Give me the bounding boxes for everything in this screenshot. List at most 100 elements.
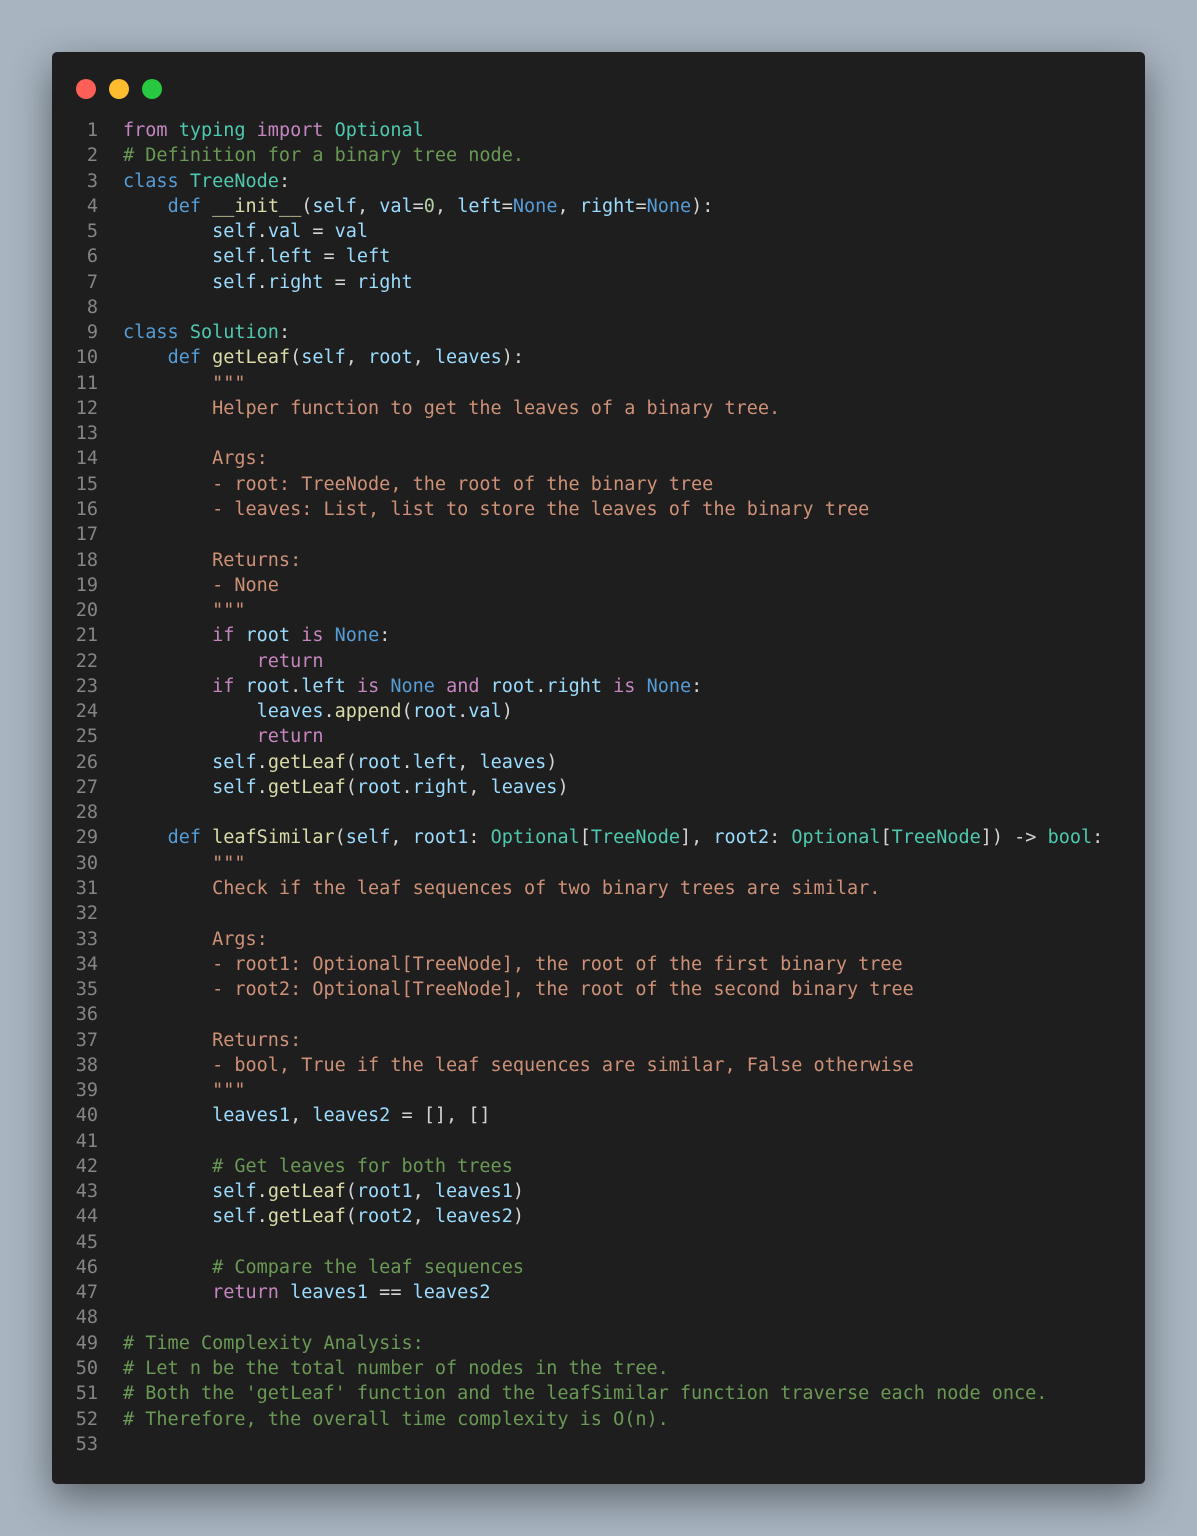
- code-line: 1 from typing import Optional: [52, 118, 1145, 143]
- line-source: Args:: [212, 448, 268, 470]
- close-dot-icon[interactable]: [76, 79, 96, 99]
- line-number: 39: [75, 1080, 98, 1102]
- code-line: 11 """: [52, 371, 1145, 396]
- code-line: 19 - None: [52, 573, 1145, 598]
- line-number: 34: [75, 953, 98, 975]
- line-number: 36: [75, 1004, 98, 1026]
- line-number: 37: [75, 1029, 98, 1051]
- line-source: class TreeNode:: [123, 170, 291, 192]
- code-line: 51 # Both the 'getLeaf' function and the …: [52, 1381, 1145, 1406]
- code-line: 33 Args:: [52, 927, 1145, 952]
- line-number: 14: [75, 448, 98, 470]
- code-line: 5 self.val = val: [52, 219, 1145, 244]
- code-line: 34 - root1: Optional[TreeNode], the root…: [52, 952, 1145, 977]
- line-source: self.getLeaf(root2, leaves2): [212, 1206, 525, 1228]
- code-line: 37 Returns:: [52, 1028, 1145, 1053]
- line-source: # Time Complexity Analysis:: [123, 1332, 424, 1354]
- line-source: Args:: [212, 928, 268, 950]
- code-line: 15 - root: TreeNode, the root of the bin…: [52, 472, 1145, 497]
- line-source: """: [212, 1080, 246, 1102]
- line-number: 40: [75, 1105, 98, 1127]
- line-number: 32: [75, 903, 98, 925]
- code-block: 1 from typing import Optional 2 # Definitio…: [52, 118, 1145, 1457]
- code-line: 45: [52, 1230, 1145, 1255]
- line-source: - root1: Optional[TreeNode], the root of…: [212, 953, 903, 975]
- code-line: 49 # Time Complexity Analysis:: [52, 1331, 1145, 1356]
- line-number: 19: [75, 574, 98, 596]
- line-number: 24: [75, 701, 98, 723]
- code-line: 20 """: [52, 598, 1145, 623]
- code-line: 39 """: [52, 1078, 1145, 1103]
- code-line: 16 - leaves: List, list to store the lea…: [52, 497, 1145, 522]
- line-number: 29: [75, 827, 98, 849]
- code-line: 24 leaves.append(root.val): [52, 699, 1145, 724]
- line-number: 12: [75, 397, 98, 419]
- code-line: 8: [52, 295, 1145, 320]
- code-line: 46 # Compare the leaf sequences: [52, 1255, 1145, 1280]
- code-line: 21 if root is None:: [52, 623, 1145, 648]
- code-line: 25 return: [52, 724, 1145, 749]
- line-source: def getLeaf(self, root, leaves):: [167, 347, 525, 369]
- line-source: class Solution:: [123, 322, 291, 344]
- line-number: 31: [75, 877, 98, 899]
- line-source: if root.left is None and root.right is N…: [212, 675, 703, 697]
- line-source: Check if the leaf sequences of two binar…: [212, 877, 881, 899]
- line-number: 47: [75, 1282, 98, 1304]
- line-number: 17: [75, 524, 98, 546]
- line-number: 22: [75, 650, 98, 672]
- line-source: """: [212, 372, 246, 394]
- code-line: 44 self.getLeaf(root2, leaves2): [52, 1204, 1145, 1229]
- line-number: 49: [75, 1332, 98, 1354]
- line-number: 4: [86, 195, 98, 217]
- line-source: self.val = val: [212, 221, 369, 243]
- line-number: 21: [75, 625, 98, 647]
- line-source: # Both the 'getLeaf' function and the le…: [123, 1383, 1048, 1405]
- code-line: 26 self.getLeaf(root.left, leaves): [52, 750, 1145, 775]
- code-line: 36: [52, 1002, 1145, 1027]
- line-source: Returns:: [212, 549, 302, 571]
- minimize-dot-icon[interactable]: [109, 79, 129, 99]
- code-line: 43 self.getLeaf(root1, leaves1): [52, 1179, 1145, 1204]
- code-line: 2 # Definition for a binary tree node.: [52, 143, 1145, 168]
- line-number: 33: [75, 928, 98, 950]
- line-number: 11: [75, 372, 98, 394]
- line-number: 13: [75, 423, 98, 445]
- line-source: - root2: Optional[TreeNode], the root of…: [212, 979, 914, 1001]
- code-line: 35 - root2: Optional[TreeNode], the root…: [52, 977, 1145, 1002]
- line-source: return leaves1 == leaves2: [212, 1282, 491, 1304]
- line-number: 1: [86, 120, 98, 141]
- code-line: 22 return: [52, 649, 1145, 674]
- line-source: if root is None:: [212, 625, 391, 647]
- code-line: 23 if root.left is None and root.right i…: [52, 674, 1145, 699]
- line-number: 2: [86, 145, 98, 167]
- code-line: 17: [52, 522, 1145, 547]
- line-source: # Get leaves for both trees: [212, 1155, 513, 1177]
- code-line: 3 class TreeNode:: [52, 169, 1145, 194]
- code-line: 53: [52, 1432, 1145, 1457]
- line-number: 27: [75, 776, 98, 798]
- code-line: 6 self.left = left: [52, 244, 1145, 269]
- code-line: 38 - bool, True if the leaf sequences ar…: [52, 1053, 1145, 1078]
- line-source: def __init__(self, val=0, left=None, rig…: [167, 195, 714, 217]
- line-source: leaves1, leaves2 = [], []: [212, 1105, 491, 1127]
- line-source: return: [256, 650, 324, 672]
- maximize-dot-icon[interactable]: [142, 79, 162, 99]
- code-line: 48: [52, 1305, 1145, 1330]
- line-source: from typing import Optional: [123, 120, 424, 141]
- line-number: 43: [75, 1181, 98, 1203]
- code-line: 4 def __init__(self, val=0, left=None, r…: [52, 194, 1145, 219]
- line-source: # Definition for a binary tree node.: [123, 145, 524, 167]
- code-line: 28: [52, 800, 1145, 825]
- code-line: 9 class Solution:: [52, 320, 1145, 345]
- line-number: 20: [75, 600, 98, 622]
- code-line: 42 # Get leaves for both trees: [52, 1154, 1145, 1179]
- line-source: # Therefore, the overall time complexity…: [123, 1408, 669, 1430]
- code-line: 14 Args:: [52, 446, 1145, 471]
- code-line: 40 leaves1, leaves2 = [], []: [52, 1103, 1145, 1128]
- code-window: 1 from typing import Optional 2 # Definitio…: [52, 52, 1145, 1484]
- line-source: - leaves: List, list to store the leaves…: [212, 498, 870, 520]
- line-number: 53: [75, 1433, 98, 1455]
- line-source: """: [212, 600, 246, 622]
- line-number: 28: [75, 802, 98, 824]
- line-source: # Compare the leaf sequences: [212, 1256, 524, 1278]
